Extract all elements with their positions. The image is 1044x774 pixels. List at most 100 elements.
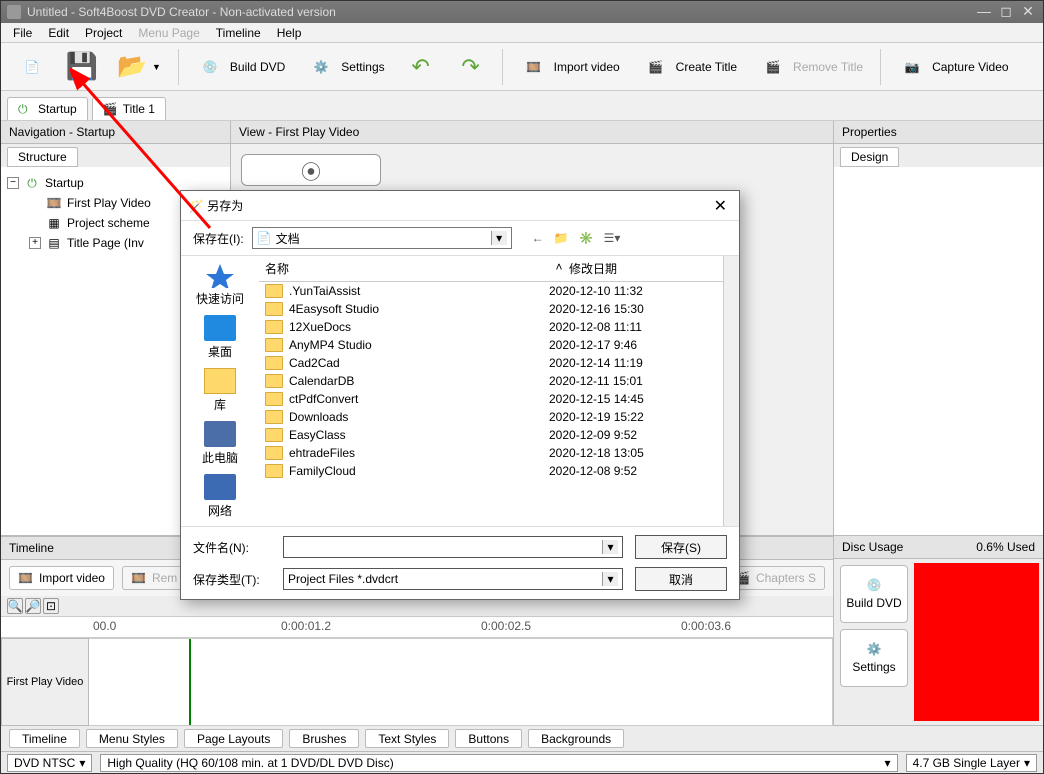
structure-tab[interactable]: Structure xyxy=(7,147,78,167)
file-row[interactable]: 4Easysoft Studio2020-12-16 15:30 xyxy=(259,300,723,318)
file-row[interactable]: ehtradeFiles2020-12-18 13:05 xyxy=(259,444,723,462)
open-button[interactable]: 📂▼ xyxy=(109,48,170,86)
new-button[interactable]: 📄 xyxy=(9,48,55,86)
file-row[interactable]: ctPdfConvert2020-12-15 14:45 xyxy=(259,390,723,408)
disc-icon: 💿 xyxy=(867,578,882,592)
file-row[interactable]: CalendarDB2020-12-11 15:01 xyxy=(259,372,723,390)
status-bar: DVD NTSC▾ High Quality (HQ 60/108 min. a… xyxy=(1,751,1043,773)
zoom-in-button[interactable]: 🔍 xyxy=(7,598,23,614)
menu-bar: File Edit Project Menu Page Timeline Hel… xyxy=(1,23,1043,43)
gear-icon: ⚙️ xyxy=(307,53,335,81)
file-row[interactable]: FamilyCloud2020-12-08 9:52 xyxy=(259,462,723,480)
maximize-button[interactable]: ◻ xyxy=(997,5,1015,19)
sort-indicator: ˄ xyxy=(549,260,569,277)
new-folder-button[interactable]: ✳️ xyxy=(579,231,594,245)
menu-file[interactable]: File xyxy=(5,24,40,42)
back-button[interactable]: ← xyxy=(532,231,544,245)
btab-timeline[interactable]: Timeline xyxy=(9,729,80,748)
btab-menustyles[interactable]: Menu Styles xyxy=(86,729,178,748)
dialog-close-button[interactable]: ✕ xyxy=(710,196,731,216)
folder-icon xyxy=(265,302,283,316)
dialog-titlebar[interactable]: 🪄 另存为 ✕ xyxy=(181,191,739,221)
col-name[interactable]: 名称 xyxy=(259,260,549,277)
reel-icon: ⦿ xyxy=(301,156,321,185)
file-row[interactable]: AnyMP4 Studio2020-12-17 9:46 xyxy=(259,336,723,354)
monitor-icon xyxy=(204,421,236,447)
undo-button[interactable]: ↶ xyxy=(398,48,444,86)
zoom-out-button[interactable]: 🔎 xyxy=(25,598,41,614)
file-row[interactable]: EasyClass2020-12-09 9:52 xyxy=(259,426,723,444)
collapse-icon[interactable]: − xyxy=(7,177,19,189)
disc-settings-button[interactable]: ⚙️Settings xyxy=(840,629,908,687)
create-title-button[interactable]: 🎬Create Title xyxy=(633,48,746,86)
menu-help[interactable]: Help xyxy=(269,24,310,42)
folder-icon xyxy=(265,374,283,388)
playhead[interactable] xyxy=(189,639,191,725)
remove-title-button[interactable]: 🎬Remove Title xyxy=(750,48,872,86)
settings-button[interactable]: ⚙️Settings xyxy=(298,48,393,86)
layer-dropdown[interactable]: 4.7 GB Single Layer▾ xyxy=(906,754,1037,772)
clapper-icon: 🎬 xyxy=(103,102,117,116)
timeline-remove-button[interactable]: 🎞️Rem xyxy=(122,566,186,590)
filetype-combo[interactable]: Project Files *.dvdcrt▾ xyxy=(283,568,623,590)
cancel-button[interactable]: 取消 xyxy=(635,567,727,591)
preview-thumbnail[interactable]: ⦿ xyxy=(241,154,381,186)
place-network[interactable]: 网络 xyxy=(204,474,236,519)
place-quick[interactable]: 快速访问 xyxy=(196,262,244,307)
savein-combo[interactable]: 📄 文档 ▾ xyxy=(252,227,512,249)
folder-icon xyxy=(265,356,283,370)
place-thispc[interactable]: 此电脑 xyxy=(202,421,238,466)
disc-usage-panel: Disc Usage 0.6% Used 💿Build DVD ⚙️Settin… xyxy=(833,536,1043,725)
save-button[interactable]: 💾 xyxy=(59,48,105,86)
btab-pagelayouts[interactable]: Page Layouts xyxy=(184,729,283,748)
open-icon: 📂 xyxy=(118,53,146,81)
chevron-down-icon: ▾ xyxy=(602,540,618,554)
tab-startup[interactable]: ⏻Startup xyxy=(7,97,88,120)
format-dropdown[interactable]: DVD NTSC▾ xyxy=(7,754,92,772)
import-video-button[interactable]: 🎞️Import video xyxy=(511,48,629,86)
menu-edit[interactable]: Edit xyxy=(40,24,77,42)
tab-title1[interactable]: 🎬Title 1 xyxy=(92,97,166,120)
filename-input[interactable]: ▾ xyxy=(283,536,623,558)
expand-icon[interactable]: + xyxy=(29,237,41,249)
col-date[interactable]: 修改日期 xyxy=(569,260,723,277)
file-row[interactable]: Cad2Cad2020-12-14 11:19 xyxy=(259,354,723,372)
place-desktop[interactable]: 桌面 xyxy=(204,315,236,360)
timeline-chapters-button[interactable]: 🎬Chapters S xyxy=(726,566,825,590)
btab-brushes[interactable]: Brushes xyxy=(289,729,359,748)
list-scrollbar[interactable] xyxy=(723,256,739,526)
folder-icon xyxy=(265,338,283,352)
disc-usage-label: Disc Usage xyxy=(842,540,903,554)
timeline-import-button[interactable]: 🎞️Import video xyxy=(9,566,114,590)
track-label: First Play Video xyxy=(1,638,89,726)
btab-textstyles[interactable]: Text Styles xyxy=(365,729,449,748)
zoom-fit-button[interactable]: ⊡ xyxy=(43,598,59,614)
disc-build-button[interactable]: 💿Build DVD xyxy=(840,565,908,623)
capture-video-button[interactable]: 📷Capture Video xyxy=(889,48,1018,86)
track-area[interactable] xyxy=(89,638,833,726)
view-menu-button[interactable]: ☰▾ xyxy=(604,231,621,245)
menu-project[interactable]: Project xyxy=(77,24,130,42)
btab-backgrounds[interactable]: Backgrounds xyxy=(528,729,624,748)
design-tab[interactable]: Design xyxy=(840,147,899,167)
close-button[interactable]: ✕ xyxy=(1019,5,1037,19)
power-icon: ⏻ xyxy=(23,175,41,191)
up-button[interactable]: 📁 xyxy=(554,231,569,245)
redo-button[interactable]: ↷ xyxy=(448,48,494,86)
menu-timeline[interactable]: Timeline xyxy=(208,24,269,42)
disc-usage-value: 0.6% Used xyxy=(976,540,1035,554)
minimize-button[interactable]: — xyxy=(975,5,993,19)
file-row[interactable]: .YunTaiAssist2020-12-10 11:32 xyxy=(259,282,723,300)
quality-dropdown[interactable]: High Quality (HQ 60/108 min. at 1 DVD/DL… xyxy=(100,754,897,772)
folder-icon xyxy=(265,464,283,478)
file-row[interactable]: Downloads2020-12-19 15:22 xyxy=(259,408,723,426)
file-row[interactable]: 12XueDocs2020-12-08 11:11 xyxy=(259,318,723,336)
file-list[interactable]: 名称 ˄ 修改日期 .YunTaiAssist2020-12-10 11:324… xyxy=(259,256,723,526)
save-confirm-button[interactable]: 保存(S) xyxy=(635,535,727,559)
folder-icon xyxy=(265,284,283,298)
btab-buttons[interactable]: Buttons xyxy=(455,729,522,748)
timeline-ruler[interactable]: 00.0 0:00:01.2 0:00:02.5 0:00:03.6 xyxy=(1,616,833,638)
menu-menupage[interactable]: Menu Page xyxy=(130,24,207,42)
place-lib[interactable]: 库 xyxy=(204,368,236,413)
build-dvd-button[interactable]: 💿Build DVD xyxy=(187,48,294,86)
